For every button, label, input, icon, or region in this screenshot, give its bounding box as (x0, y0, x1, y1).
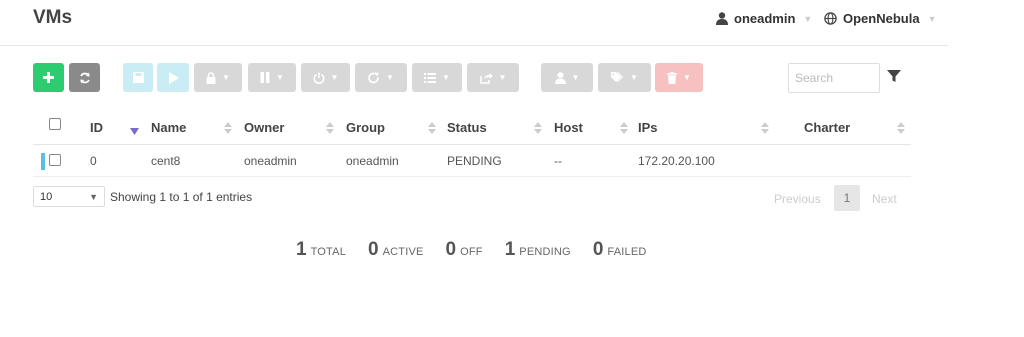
lock-icon (206, 71, 216, 84)
chevron-down-icon: ▼ (222, 73, 230, 82)
cell-owner: oneadmin (244, 154, 297, 168)
chevron-down-icon: ▼ (498, 73, 507, 82)
page-1-button[interactable]: 1 (834, 185, 860, 211)
chevron-down-icon: ▼ (442, 73, 450, 82)
column-header-status[interactable]: Status (447, 120, 487, 135)
plus-icon (43, 72, 54, 83)
power-menu-button[interactable]: ▼ (301, 63, 350, 92)
create-button[interactable] (33, 63, 64, 92)
chevron-down-icon: ▼ (330, 73, 339, 82)
export-menu-button[interactable]: ▼ (467, 63, 519, 92)
sort-icon[interactable] (897, 121, 905, 135)
globe-icon (824, 12, 837, 25)
vm-state-summary: 1 TOTAL 0 ACTIVE 0 OFF 1 PENDING 0 FAILED (296, 239, 647, 261)
chevron-down-icon: ▼ (276, 73, 284, 82)
power-icon (313, 72, 325, 84)
refresh-icon (79, 72, 90, 83)
sort-icon[interactable] (326, 121, 334, 135)
page-length-value: 10 (40, 190, 53, 203)
chevron-down-icon: ▼ (683, 73, 691, 82)
sort-icon[interactable] (761, 121, 769, 135)
stat-value: 1 (296, 239, 307, 260)
lock-menu-button[interactable]: ▼ (194, 63, 242, 92)
column-header-group[interactable]: Group (346, 120, 385, 135)
zone-name: OpenNebula (843, 11, 920, 26)
stat-active: 0 ACTIVE (368, 239, 424, 261)
column-header-owner[interactable]: Owner (244, 120, 284, 135)
stat-value: 1 (504, 239, 516, 260)
stat-value: 0 (592, 239, 604, 260)
column-header-id[interactable]: ID (90, 120, 103, 135)
column-header-ips[interactable]: IPs (638, 120, 658, 135)
chevron-down-icon: ▼ (386, 73, 394, 82)
reboot-icon (368, 71, 380, 83)
stat-label: ACTIVE (382, 246, 424, 258)
list-icon (424, 72, 437, 83)
cell-group: oneadmin (346, 154, 399, 168)
chevron-down-icon: ▼ (803, 13, 813, 24)
zone-menu[interactable]: OpenNebula ▼ (824, 11, 937, 26)
user-name: oneadmin (734, 11, 796, 26)
stat-value: 0 (445, 239, 457, 260)
sort-desc-icon[interactable] (130, 128, 139, 135)
entries-info: Showing 1 to 1 of 1 entries (110, 190, 253, 204)
sort-icon[interactable] (620, 121, 628, 135)
next-page-button[interactable]: Next (872, 192, 897, 206)
chevron-down-icon: ▼ (630, 73, 638, 82)
column-header-host[interactable]: Host (554, 120, 583, 135)
stat-label: FAILED (607, 246, 647, 258)
select-all-checkbox[interactable] (49, 118, 61, 130)
table-header: ID Name Owner Group Status Host IPs Char… (33, 111, 911, 145)
trash-icon (667, 71, 678, 84)
user-icon (554, 71, 566, 84)
chevron-down-icon: ▼ (571, 73, 580, 82)
save-icon (132, 72, 144, 83)
search-input[interactable] (788, 63, 880, 93)
column-header-name[interactable]: Name (151, 120, 186, 135)
change-owner-menu-button[interactable]: ▼ (541, 63, 593, 92)
labels-menu-button[interactable]: ▼ (598, 63, 651, 92)
chevron-down-icon: ▼ (927, 13, 937, 24)
stat-label: TOTAL (310, 246, 347, 258)
page-title: VMs (33, 7, 73, 28)
top-header: VMs oneadmin ▼ OpenNebula ▼ (0, 0, 948, 46)
state-indicator (41, 153, 45, 170)
stat-label: PENDING (519, 246, 571, 258)
chevron-down-icon: ▼ (89, 192, 98, 202)
stat-failed: 0 FAILED (593, 239, 647, 261)
sort-icon[interactable] (428, 121, 436, 135)
vms-table: ID Name Owner Group Status Host IPs Char… (33, 111, 911, 177)
page-length-select[interactable]: 10 ▼ (33, 186, 105, 207)
user-menu[interactable]: oneadmin ▼ (716, 11, 812, 26)
row-checkbox[interactable] (49, 154, 61, 166)
delete-menu-button[interactable]: ▼ (655, 63, 703, 92)
stat-pending: 1 PENDING (505, 239, 571, 261)
list-menu-button[interactable]: ▼ (412, 63, 462, 92)
stat-value: 0 (368, 239, 379, 260)
cell-status: PENDING (447, 154, 502, 168)
cell-host: -- (554, 154, 562, 168)
previous-page-button[interactable]: Previous (774, 192, 821, 206)
pause-icon (260, 72, 270, 83)
play-icon (168, 71, 179, 84)
cell-name: cent8 (151, 154, 181, 168)
filter-icon[interactable] (886, 68, 902, 84)
cell-ips: 172.20.20.100 (638, 154, 715, 168)
tags-icon (611, 72, 624, 82)
stat-total: 1 TOTAL (296, 239, 346, 261)
stat-label: OFF (460, 246, 483, 258)
table-row[interactable]: 0 cent8 oneadmin oneadmin PENDING -- 172… (33, 145, 911, 177)
sort-icon[interactable] (534, 121, 542, 135)
sort-icon[interactable] (224, 121, 232, 135)
column-header-charter[interactable]: Charter (804, 120, 850, 135)
reboot-menu-button[interactable]: ▼ (355, 63, 407, 92)
cell-id: 0 (90, 154, 97, 168)
refresh-button[interactable] (69, 63, 100, 92)
pause-menu-button[interactable]: ▼ (248, 63, 296, 92)
export-icon (479, 72, 493, 84)
stat-off: 0 OFF (446, 239, 483, 261)
save-button[interactable] (123, 63, 153, 92)
user-icon (716, 12, 728, 25)
deploy-button[interactable] (157, 63, 189, 92)
